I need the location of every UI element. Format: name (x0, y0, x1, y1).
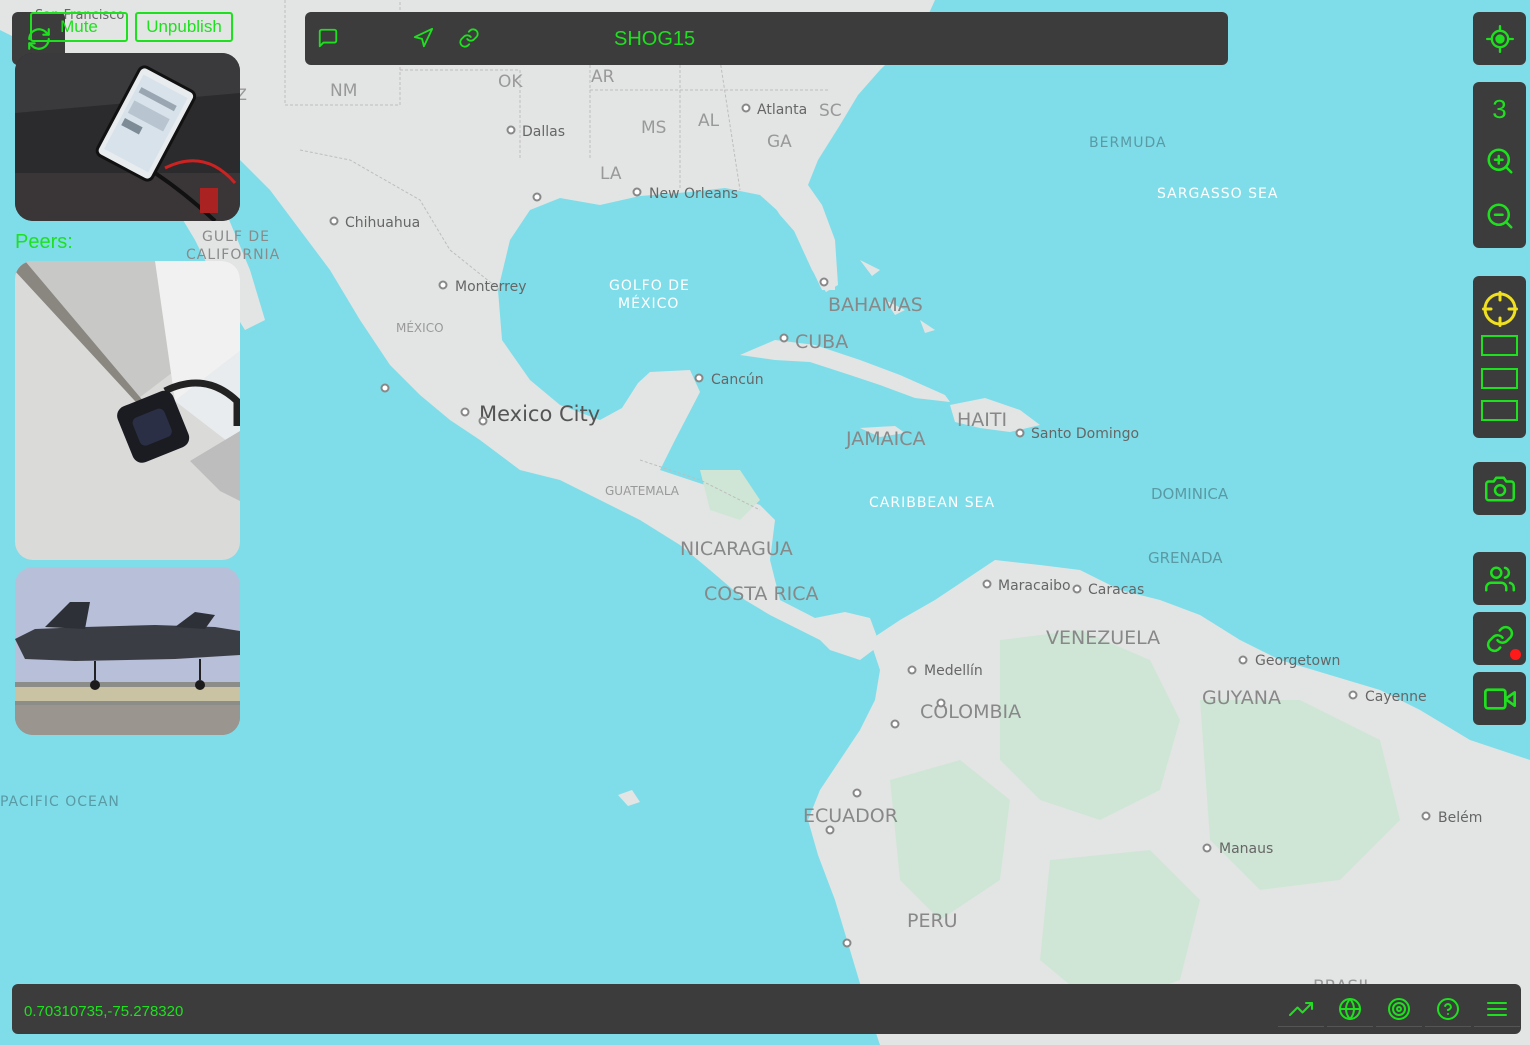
map-label-sargasso: SARGASSO SEA (1157, 186, 1278, 202)
map-label-costa-rica: COSTA RICA (704, 583, 819, 605)
map-label-pacific: PACIFIC OCEAN (0, 794, 120, 810)
chat-icon (318, 28, 338, 48)
map-label-nm: NM (330, 81, 357, 101)
map-label-maracaibo: Maracaibo (998, 578, 1071, 594)
stats-button[interactable] (1278, 992, 1324, 1027)
map-label-sc: SC (819, 101, 842, 121)
map-label-new-orleans: New Orleans (649, 186, 738, 202)
map-label-cuba: CUBA (795, 331, 848, 353)
map-label-grenada: GRENADA (1148, 549, 1223, 567)
map-label-bermuda: BERMUDA (1089, 135, 1167, 151)
video-button[interactable] (1473, 672, 1526, 725)
map-label-cayenne: Cayenne (1365, 689, 1427, 705)
map-label-georgetown: Georgetown (1255, 653, 1340, 669)
map-label-guatemala: GUATEMALA (605, 484, 680, 498)
globe-button[interactable] (1327, 992, 1373, 1027)
camera-icon (1484, 476, 1515, 501)
chat-button[interactable] (315, 25, 341, 51)
zoom-out-icon (1487, 203, 1513, 229)
map-label-manaus: Manaus (1219, 841, 1273, 857)
coordinates-readout: 0.70310735,-75.278320 (24, 1003, 184, 1020)
help-circle-icon (1437, 998, 1459, 1020)
help-button[interactable] (1425, 992, 1471, 1027)
menu-button[interactable] (1474, 992, 1520, 1027)
map-label-chihuahua: Chihuahua (345, 215, 420, 231)
target-button[interactable] (1376, 992, 1422, 1027)
map-label-mexico-city: Mexico City (479, 402, 600, 426)
unpublish-button[interactable]: Unpublish (135, 12, 233, 42)
map-label-mexico: MÉXICO (396, 320, 444, 335)
map-label-caribbean: CARIBBEAN SEA (869, 495, 995, 511)
peer-video[interactable] (15, 261, 240, 560)
map-label-dallas: Dallas (522, 124, 565, 140)
zoom-controls: 3 (1473, 82, 1526, 248)
top-toolbar: SHOG15 (305, 12, 1228, 65)
map-label-la: LA (600, 164, 622, 184)
navigate-button[interactable] (410, 25, 436, 51)
map-label-gulf-ca-1: GULF DE (202, 229, 270, 245)
video-camera-icon (1483, 687, 1516, 710)
navigation-arrow-icon (413, 27, 434, 48)
map-label-ecuador: ECUADOR (803, 805, 898, 827)
crosshair-button[interactable] (1481, 290, 1518, 327)
crosshair-icon (1481, 290, 1518, 327)
map-label-atlanta: Atlanta (757, 102, 807, 118)
layer-toggle-2[interactable] (1481, 368, 1518, 389)
map-label-medellin: Medellín (924, 663, 983, 679)
map-label-dominica: DOMINICA (1151, 485, 1229, 503)
zoom-out-button[interactable] (1484, 200, 1516, 232)
menu-icon (1487, 1002, 1507, 1016)
map-label-monterrey: Monterrey (455, 279, 526, 295)
share-link-button[interactable] (456, 25, 482, 51)
map-label-venezuela: VENEZUELA (1046, 627, 1160, 649)
connection-link-button[interactable] (1473, 612, 1526, 665)
map-label-ar: AR (591, 67, 615, 87)
map-label-guyana: GUYANA (1202, 687, 1281, 709)
session-title: SHOG15 (614, 28, 696, 50)
layer-toggle-3[interactable] (1481, 400, 1518, 421)
locate-icon (1485, 24, 1514, 53)
zoom-in-button[interactable] (1484, 145, 1516, 177)
zoom-in-icon (1487, 148, 1513, 174)
map-label-al: AL (698, 111, 720, 131)
zoom-level: 3 (1492, 94, 1507, 124)
map-label-colombia: COLOMBIA (920, 701, 1021, 723)
users-icon (1484, 566, 1515, 591)
trending-up-icon (1289, 1002, 1313, 1016)
map-label-bahamas: BAHAMAS (828, 294, 923, 316)
map-label-santo-domingo: Santo Domingo (1031, 426, 1139, 442)
peers-label: Peers: (15, 231, 73, 253)
local-video[interactable] (15, 53, 240, 221)
status-bar: 0.70310735,-75.278320 (12, 984, 1521, 1034)
map-label-haiti: HAITI (957, 409, 1007, 431)
map-label-peru: PERU (907, 910, 958, 932)
link-icon (459, 28, 479, 48)
layer-controls (1473, 276, 1526, 438)
map-label-jamaica: JAMAICA (845, 428, 926, 450)
mute-button[interactable]: Mute (30, 12, 128, 42)
peer-video[interactable] (15, 567, 240, 735)
map-label-golfo-1: GOLFO DE (609, 278, 690, 294)
map-label-ok: OK (498, 72, 523, 92)
map-label-cancun: Cancún (711, 372, 764, 388)
users-button[interactable] (1473, 552, 1526, 605)
map-label-ms: MS (641, 118, 666, 138)
alert-dot (1510, 649, 1521, 660)
map-label-nicaragua: NICARAGUA (680, 538, 793, 560)
globe-icon (1339, 998, 1361, 1020)
camera-button[interactable] (1473, 462, 1526, 515)
video-panel: Mute Unpublish Peers: (0, 0, 255, 767)
map-label-caracas: Caracas (1088, 582, 1144, 598)
map-label-ga: GA (767, 132, 792, 152)
map-label-golfo-2: MÉXICO (618, 295, 679, 312)
layer-toggle-1[interactable] (1481, 335, 1518, 356)
locate-button[interactable] (1473, 12, 1526, 65)
link-icon (1486, 625, 1513, 652)
target-icon (1388, 998, 1410, 1020)
map-label-belem: Belém (1438, 810, 1482, 826)
